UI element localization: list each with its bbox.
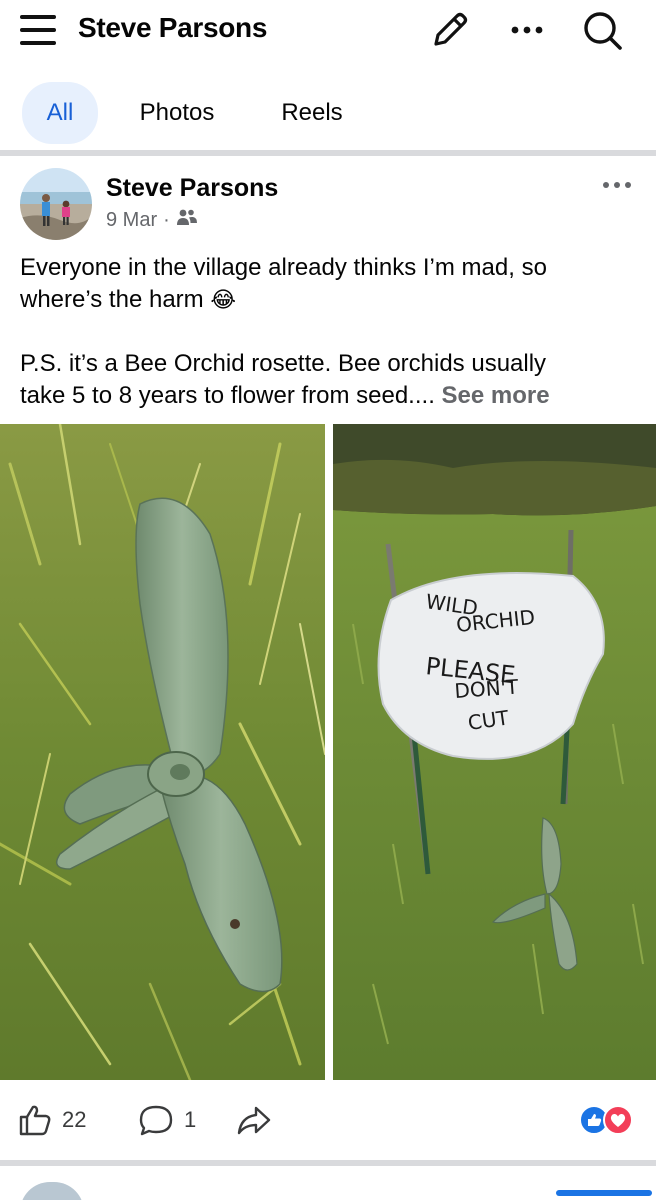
post-text-line: take 5 to 8 years to flower from seed...… [20, 380, 640, 412]
post-text-line: Everyone in the village already thinks I… [20, 254, 547, 281]
avatar[interactable] [20, 168, 92, 240]
share-icon [237, 1106, 271, 1135]
edit-icon[interactable] [428, 8, 472, 52]
post-author-name[interactable]: Steve Parsons [106, 174, 278, 203]
comment-button[interactable]: 1 [138, 1100, 196, 1140]
menu-icon[interactable] [20, 12, 58, 48]
reactions-summary[interactable] [578, 1104, 636, 1136]
post-photo-orchid-sign[interactable]: WILD ORCHID PLEASE DON'T CUT [333, 424, 656, 1080]
post-date[interactable]: 9 Mar [106, 209, 157, 232]
thumbs-up-icon [19, 1105, 51, 1136]
post-divider [0, 1160, 656, 1166]
more-icon[interactable] [506, 8, 550, 52]
friends-icon[interactable] [176, 208, 198, 232]
post-text-line: P.S. it’s a Bee Orchid rosette. Bee orch… [20, 350, 547, 377]
post-photo-orchid-rosette[interactable] [0, 424, 325, 1080]
post-options-icon[interactable] [598, 170, 638, 200]
like-count: 22 [62, 1107, 87, 1132]
post-text-fragment: where’s the harm [20, 286, 204, 313]
top-bar: Steve Parsons [0, 0, 656, 62]
meta-separator: · [163, 208, 170, 231]
tab-photos[interactable]: Photos [120, 82, 234, 144]
tab-reels[interactable]: Reels [262, 82, 362, 144]
post-meta: 9 Mar · [106, 208, 198, 232]
share-button[interactable] [236, 1100, 272, 1140]
comment-count: 1 [184, 1107, 197, 1132]
post-actions-bar: 22 1 [0, 1090, 656, 1150]
post-text: Everyone in the village already thinks I… [20, 252, 640, 412]
comment-icon [139, 1105, 173, 1136]
svg-text:DON'T: DON'T [454, 675, 520, 703]
section-divider [0, 150, 656, 156]
see-more-link[interactable]: See more [442, 382, 550, 409]
laughing-emoji: 😂 [210, 287, 237, 312]
highlight-bar [556, 1190, 652, 1196]
like-button[interactable]: 22 [18, 1100, 86, 1140]
search-icon[interactable] [580, 8, 624, 52]
post-text-fragment: take 5 to 8 years to flower from seed...… [20, 382, 435, 409]
page-title: Steve Parsons [78, 12, 268, 43]
avatar[interactable] [20, 1182, 84, 1200]
tab-all[interactable]: All [22, 82, 98, 144]
post-text-line: where’s the harm 😂 [20, 284, 640, 316]
profile-tabs: All Photos Reels [0, 80, 656, 148]
